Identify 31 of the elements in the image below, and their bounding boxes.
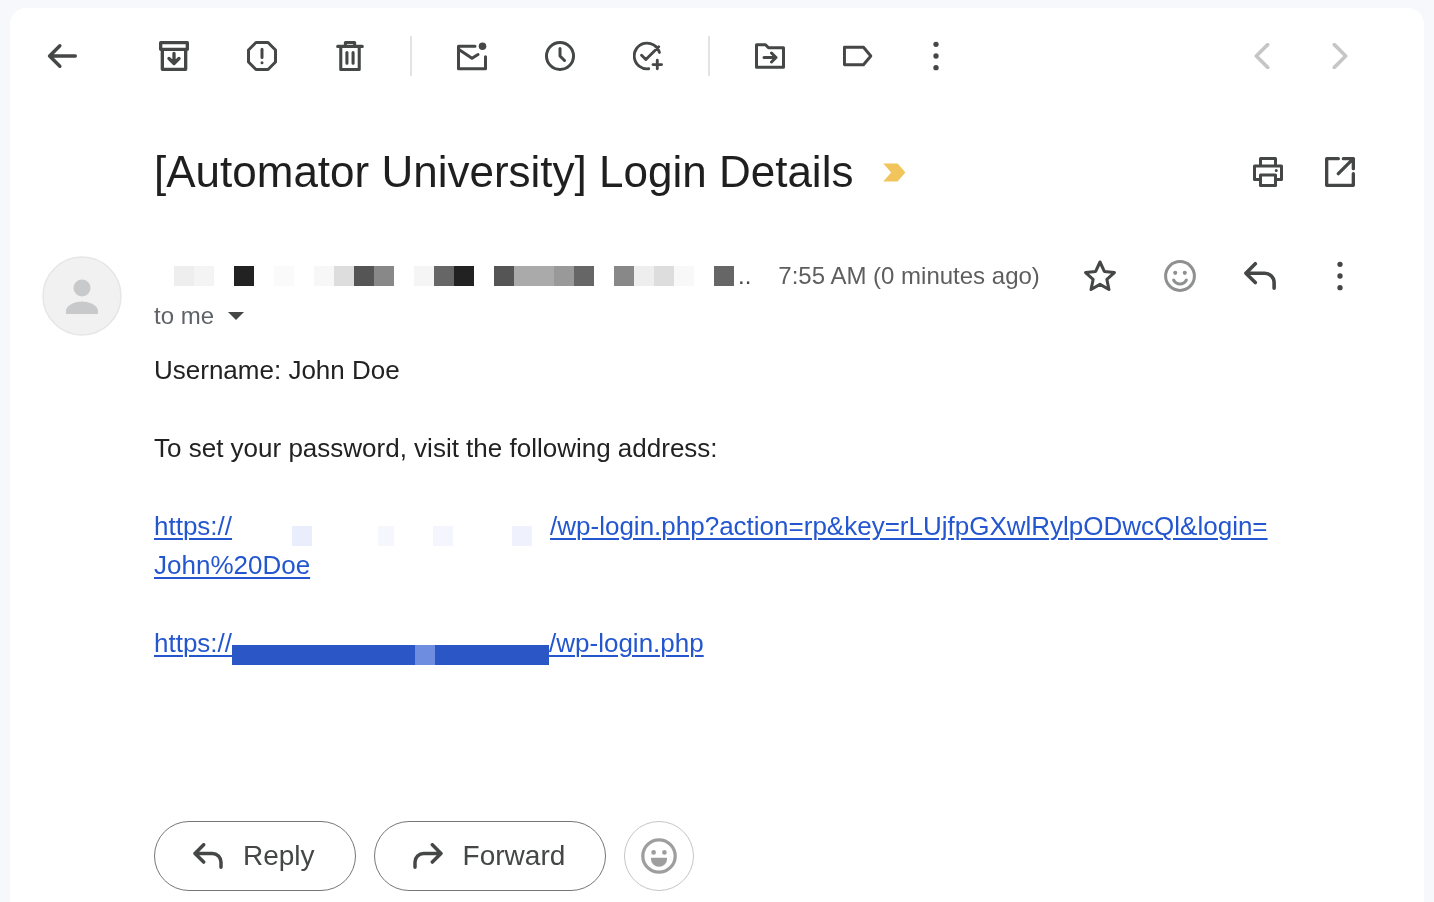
chevron-left-icon — [1254, 43, 1270, 69]
body-text: To set your password, visit the following address: — [154, 432, 719, 465]
external-link-icon — [1325, 157, 1355, 187]
more-vertical-icon — [932, 41, 940, 71]
reply-arrow-icon — [193, 843, 223, 869]
smiley-face-icon — [641, 838, 678, 874]
chevron-right-icon — [1332, 43, 1348, 69]
recipient-text: to me — [154, 302, 215, 330]
forward-arrow-icon — [412, 843, 443, 869]
sender-name-ellipsis: .. — [738, 262, 752, 290]
trash-can-icon — [335, 41, 365, 71]
url-link[interactable]: /wp-login.php — [549, 628, 704, 658]
url-link[interactable]: https:// — [154, 511, 233, 541]
subject-title: [Automator University] Login Details — [154, 146, 854, 198]
archive-box-icon — [159, 41, 189, 71]
clock-icon — [545, 41, 575, 71]
url-link[interactable]: /wp-login.php?action=rp&key=rLUjfpGXwlRylpODwcQl&login= — [550, 511, 1268, 541]
smiley-face-icon — [1164, 260, 1196, 292]
caret-down-icon — [228, 312, 245, 320]
check-circle-plus-icon — [633, 41, 663, 71]
body-text: Username: John Doe — [154, 354, 401, 387]
back-arrow-icon — [47, 41, 77, 71]
more-vertical-icon — [1336, 261, 1344, 291]
reply-arrow-icon — [1244, 260, 1276, 292]
url-link[interactable]: https:// — [154, 628, 233, 658]
folder-arrow-icon — [755, 41, 785, 71]
received-time: 7:55 AM (0 minutes ago) — [778, 262, 1040, 290]
envelope-dot-icon — [457, 41, 487, 71]
url-link[interactable]: John%20Doe — [154, 550, 311, 580]
printer-icon — [1253, 157, 1283, 187]
warning-octagon-icon — [247, 41, 277, 71]
